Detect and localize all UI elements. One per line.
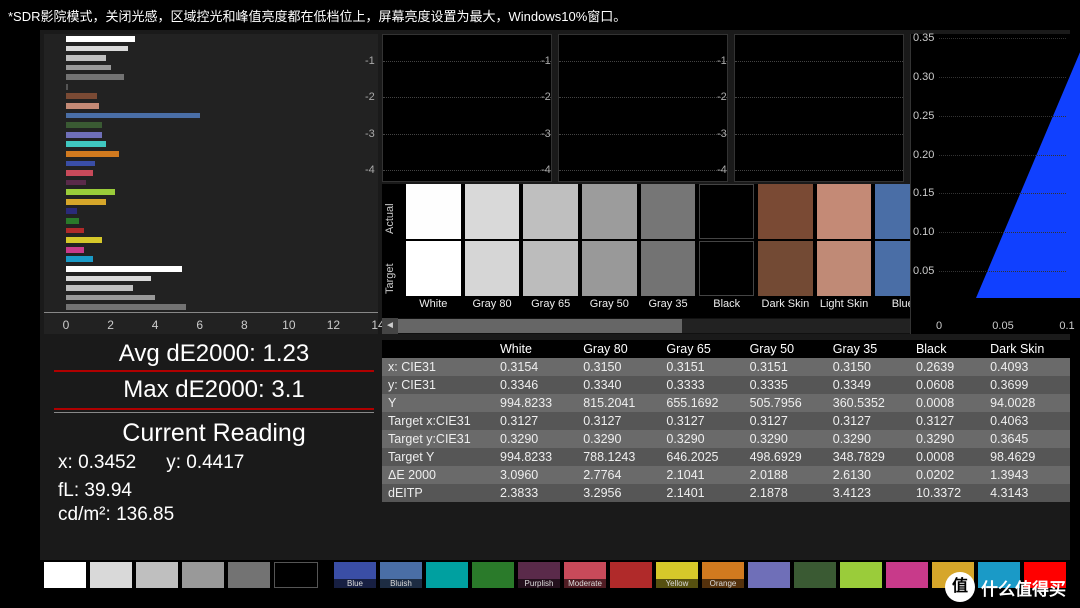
- table-row: Y994.8233815.2041655.1692505.7956360.535…: [382, 394, 1070, 412]
- watermark-text: 什么值得买: [981, 575, 1066, 600]
- bar-item: [66, 285, 133, 291]
- bar-item: [66, 256, 93, 262]
- bar-item: [66, 247, 84, 253]
- palette-swatch[interactable]: Orange: [702, 562, 744, 588]
- palette-swatch[interactable]: Moderate: [564, 562, 606, 588]
- swatch-row-actual: Actual: [384, 203, 396, 234]
- table-row: ΔE 20003.09602.77642.10412.01882.61300.0…: [382, 466, 1070, 484]
- caption-text: *SDR影院模式，关闭光感，区域控光和峰值亮度都在低档位上，屏幕亮度设置为最大，…: [8, 6, 626, 25]
- table-row: Target y:CIE310.32900.32900.32900.32900.…: [382, 430, 1070, 448]
- current-reading-title: Current Reading: [54, 419, 374, 448]
- bar-item: [66, 65, 111, 71]
- swatch-strip: Actual Target WhiteGray 80Gray 65Gray 50…: [382, 184, 930, 334]
- palette-swatch[interactable]: [136, 562, 178, 588]
- bar-item: [66, 295, 155, 301]
- swatch-gray-65[interactable]: [523, 184, 578, 296]
- bar-item: [66, 161, 95, 167]
- palette-swatch[interactable]: [748, 562, 790, 588]
- bar-item: [66, 55, 106, 61]
- bar-item: [66, 266, 182, 272]
- measurement-table: WhiteGray 80Gray 65Gray 50Gray 35BlackDa…: [382, 340, 1070, 502]
- scroll-thumb[interactable]: [398, 319, 682, 333]
- palette-swatch[interactable]: [426, 562, 468, 588]
- palette-swatch[interactable]: [274, 562, 318, 588]
- bar-item: [66, 237, 102, 243]
- palette-swatch[interactable]: [886, 562, 928, 588]
- bottom-color-palette: BlueBluish PurplishModerate YellowOrange: [40, 560, 1070, 590]
- palette-swatch[interactable]: Bluish: [380, 562, 422, 588]
- bar-item: [66, 151, 119, 157]
- swatch-gray-80[interactable]: [465, 184, 520, 296]
- swatch-light-skin[interactable]: [817, 184, 872, 296]
- table-row: Target Y994.8233788.1243646.2025498.6929…: [382, 448, 1070, 466]
- bar-item: [66, 276, 151, 282]
- palette-swatch[interactable]: [182, 562, 224, 588]
- mini-charts: -1-2-3-4 -1-2-3-4 -1-2-3-4: [382, 34, 904, 182]
- watermark-badge: 值: [945, 572, 975, 602]
- deltae-bar-chart: 02468101214: [44, 34, 378, 334]
- swatch-dark-skin[interactable]: [758, 184, 813, 296]
- palette-swatch[interactable]: [472, 562, 514, 588]
- scroll-left-icon[interactable]: ◄: [382, 318, 398, 334]
- mini-chart-1: -1-2-3-4: [382, 34, 552, 182]
- mini-chart-3: -1-2-3-4: [734, 34, 904, 182]
- swatch-black[interactable]: [699, 184, 754, 296]
- swatch-scrollbar[interactable]: ◄ ►: [382, 318, 930, 334]
- palette-swatch[interactable]: Yellow: [656, 562, 698, 588]
- bar-item: [66, 74, 124, 80]
- bar-item: [66, 93, 97, 99]
- table-row: Target x:CIE310.31270.31270.31270.31270.…: [382, 412, 1070, 430]
- bar-item: [66, 218, 79, 224]
- palette-swatch[interactable]: [44, 562, 86, 588]
- max-de2000: Max dE2000: 3.1: [54, 374, 374, 406]
- bar-item: [66, 141, 106, 147]
- table-row: dEITP2.38333.29562.14012.18783.412310.33…: [382, 484, 1070, 502]
- bar-item: [66, 103, 99, 109]
- palette-swatch[interactable]: [794, 562, 836, 588]
- swatch-white[interactable]: [406, 184, 461, 296]
- table-row: y: CIE310.33460.33400.33330.33350.33490.…: [382, 376, 1070, 394]
- palette-swatch[interactable]: [610, 562, 652, 588]
- bar-item: [66, 228, 84, 234]
- swatch-row-target: Target: [384, 263, 396, 294]
- mini-chart-2: -1-2-3-4: [558, 34, 728, 182]
- palette-swatch[interactable]: [840, 562, 882, 588]
- readings-panel: Avg dE2000: 1.23 Max dE2000: 3.1 Current…: [54, 340, 374, 528]
- scroll-track[interactable]: [398, 319, 914, 333]
- reading-x: x: 0.3452: [58, 452, 136, 474]
- bar-item: [66, 180, 86, 186]
- bar-item: [66, 84, 68, 90]
- palette-swatch[interactable]: [228, 562, 270, 588]
- swatch-gray-50[interactable]: [582, 184, 637, 296]
- bar-item: [66, 170, 93, 176]
- swatch-gray-35[interactable]: [641, 184, 696, 296]
- palette-swatch[interactable]: [90, 562, 132, 588]
- bar-item: [66, 122, 102, 128]
- bar-item: [66, 189, 115, 195]
- reading-y: y: 0.4417: [166, 452, 244, 474]
- cie-corner-plot: 0.050.100.150.200.250.300.3500.050.1: [910, 34, 1070, 334]
- bar-item: [66, 208, 77, 214]
- reading-cd: cd/m²: 136.85: [58, 504, 374, 526]
- bar-item: [66, 36, 135, 42]
- reading-fl: fL: 39.94: [58, 480, 374, 502]
- bar-item: [66, 199, 106, 205]
- bar-item: [66, 132, 102, 138]
- calibration-panel: 02468101214 -1-2-3-4 -1-2-3-4 -1-2-3-4 A…: [40, 30, 1070, 590]
- avg-de2000: Avg dE2000: 1.23: [54, 340, 374, 368]
- table-row: x: CIE310.31540.31500.31510.31510.31500.…: [382, 358, 1070, 376]
- watermark: 值 什么值得买: [945, 572, 1066, 602]
- bar-item: [66, 46, 128, 52]
- palette-swatch[interactable]: Blue: [334, 562, 376, 588]
- palette-swatch[interactable]: Purplish: [518, 562, 560, 588]
- bar-item: [66, 113, 200, 119]
- bar-item: [66, 304, 186, 310]
